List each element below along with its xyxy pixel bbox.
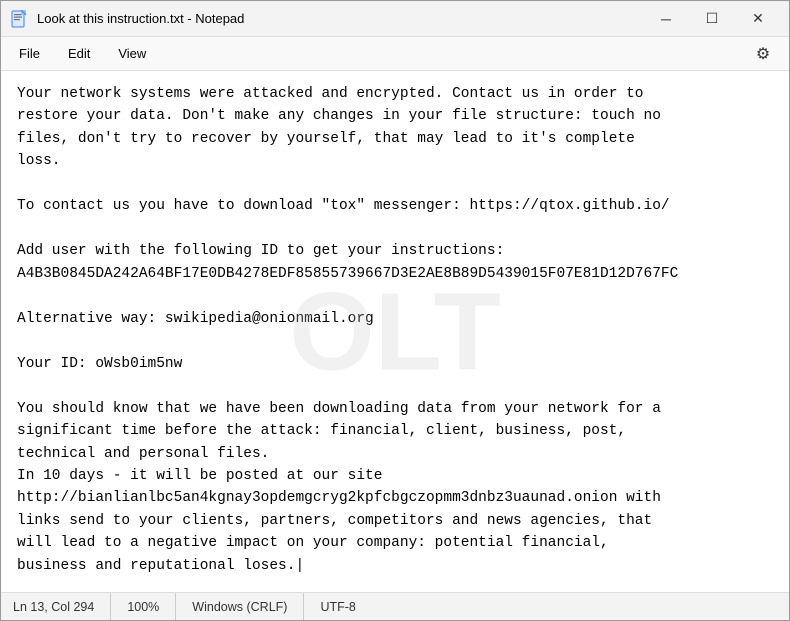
edit-menu[interactable]: Edit [54,42,104,65]
file-menu[interactable]: File [5,42,54,65]
content-area: OLT [1,71,789,592]
window-controls: ─ ☐ ✕ [643,1,781,37]
settings-icon[interactable]: ⚙ [749,40,777,68]
encoding: UTF-8 [304,593,371,620]
notepad-icon [9,9,29,29]
title-bar: Look at this instruction.txt - Notepad ─… [1,1,789,37]
view-menu[interactable]: View [104,42,160,65]
maximize-button[interactable]: ☐ [689,1,735,37]
menu-bar-right: ⚙ [749,40,785,68]
close-button[interactable]: ✕ [735,1,781,37]
status-bar: Ln 13, Col 294 100% Windows (CRLF) UTF-8 [1,592,789,620]
zoom-level: 100% [111,593,176,620]
window-title: Look at this instruction.txt - Notepad [37,11,643,26]
menu-bar: File Edit View ⚙ [1,37,789,71]
text-editor[interactable] [1,71,789,592]
notepad-window: Look at this instruction.txt - Notepad ─… [0,0,790,621]
cursor-position: Ln 13, Col 294 [13,593,111,620]
line-ending: Windows (CRLF) [176,593,304,620]
minimize-button[interactable]: ─ [643,1,689,37]
